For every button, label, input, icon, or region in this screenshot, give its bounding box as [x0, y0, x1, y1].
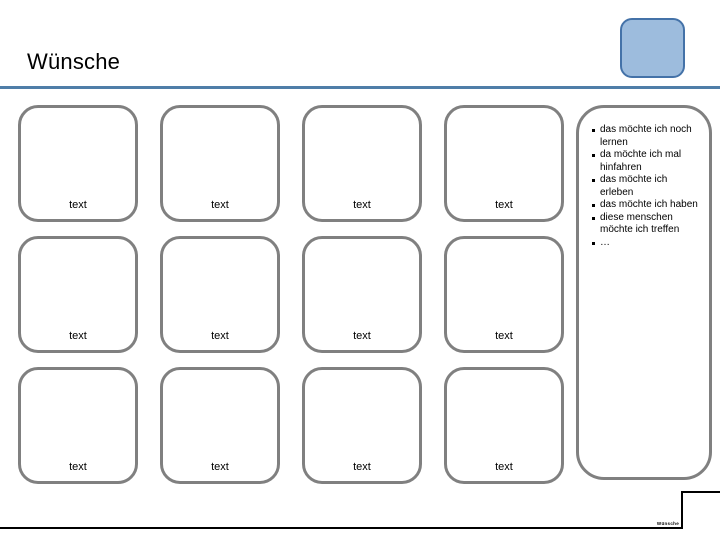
grid-cell-label: text — [69, 199, 87, 211]
grid-cell[interactable]: text — [18, 236, 138, 353]
bullet-item: das möchte ich haben — [591, 199, 701, 212]
grid-cell[interactable]: text — [302, 236, 422, 353]
grid-cell[interactable]: text — [302, 105, 422, 222]
bullet-item: das möchte ich erleben — [591, 174, 701, 199]
footer-note: Wünsche — [656, 521, 679, 526]
grid-cell[interactable]: text — [444, 367, 564, 484]
presentation-slide: Wünsche text text text text text text te… — [0, 0, 720, 540]
grid-cell[interactable]: text — [302, 367, 422, 484]
grid-cell[interactable]: text — [18, 105, 138, 222]
grid-cell[interactable]: text — [160, 367, 280, 484]
wishes-bullet-list: das möchte ich noch lernen da möchte ich… — [591, 124, 701, 249]
wishes-bullet-panel[interactable]: das möchte ich noch lernen da möchte ich… — [576, 105, 712, 480]
page-title: Wünsche — [27, 49, 121, 74]
grid-cell-label: text — [495, 330, 513, 342]
title-divider — [0, 86, 720, 89]
grid-cell-label: text — [495, 199, 513, 211]
grid-cell[interactable]: text — [444, 236, 564, 353]
bullet-item: das möchte ich noch lernen — [591, 124, 701, 149]
bullet-item: … — [591, 237, 701, 250]
grid-cell[interactable]: text — [160, 105, 280, 222]
grid-cell-label: text — [353, 330, 371, 342]
grid-cell-label: text — [353, 199, 371, 211]
grid-cell[interactable]: text — [18, 367, 138, 484]
grid-cell-label: text — [211, 330, 229, 342]
footer-divider — [0, 527, 681, 529]
grid-cell-label: text — [495, 461, 513, 473]
grid-cell-label: text — [69, 461, 87, 473]
bullet-item: da möchte ich mal hinfahren — [591, 149, 701, 174]
footer-frame — [681, 491, 720, 529]
grid-cell-label: text — [211, 199, 229, 211]
grid-cell-label: text — [69, 330, 87, 342]
grid-cell-label: text — [211, 461, 229, 473]
grid-cell-label: text — [353, 461, 371, 473]
bullet-item: diese menschen möchte ich treffen — [591, 212, 701, 237]
grid-cell[interactable]: text — [160, 236, 280, 353]
grid-cell[interactable]: text — [444, 105, 564, 222]
decorative-square-icon — [620, 18, 685, 78]
